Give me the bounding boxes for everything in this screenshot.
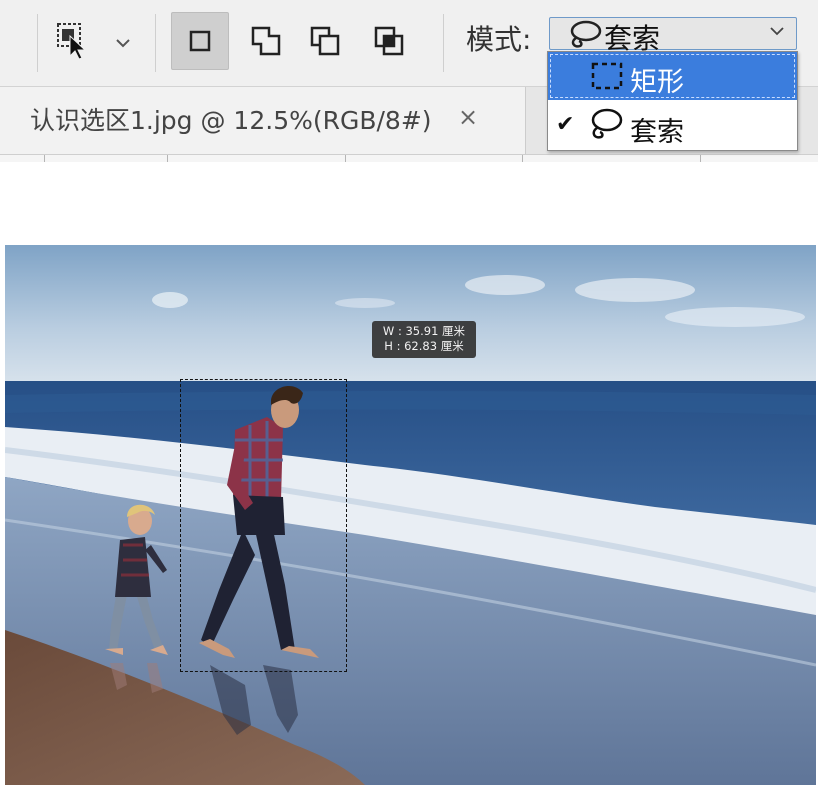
- intersect-selection-button[interactable]: [360, 12, 418, 70]
- tool-preset-picker[interactable]: [52, 20, 142, 64]
- options-divider: [37, 14, 38, 72]
- cloud: [575, 278, 695, 302]
- cloud: [665, 307, 805, 327]
- options-divider: [155, 14, 156, 72]
- mode-option-lasso[interactable]: ✔ 套索: [548, 102, 797, 150]
- mode-dropdown-menu: 矩形 ✔ 套索: [547, 51, 798, 151]
- document-tab[interactable]: 认识选区1.jpg @ 12.5%(RGB/8#) ×: [0, 87, 526, 155]
- selection-width-readout: W : 35.91 厘米: [382, 324, 466, 338]
- subtract-from-selection-button[interactable]: [296, 12, 354, 70]
- photoshop-ui-crop: 模式: 套索 矩形 ✔ 套索 认识选区1.jpg @ 12.5%(RGB/8#)…: [0, 0, 818, 162]
- options-bar: 模式: 套索 矩形 ✔ 套索: [0, 0, 818, 151]
- ruler-tick: [167, 155, 168, 162]
- selection-marquee[interactable]: [180, 379, 347, 672]
- chevron-down-icon: [116, 39, 130, 48]
- options-divider: [443, 14, 444, 72]
- new-selection-icon: [189, 30, 211, 52]
- mode-option-label: 套索: [630, 117, 684, 148]
- subtract-from-selection-icon: [310, 26, 340, 56]
- lasso-icon: [570, 20, 602, 48]
- mode-option-rectangle[interactable]: 矩形: [548, 52, 797, 100]
- lasso-icon: [591, 108, 623, 139]
- mode-select[interactable]: 套索: [549, 17, 797, 55]
- intersect-selection-icon: [374, 26, 404, 56]
- mode-option-label: 矩形: [630, 67, 684, 98]
- add-to-selection-button[interactable]: [237, 12, 295, 70]
- mode-label: 模式:: [466, 23, 532, 56]
- cloud: [152, 292, 188, 308]
- selection-height-readout: H : 62.83 厘米: [384, 339, 464, 353]
- ruler-tick: [522, 155, 523, 162]
- document-tab-title: 认识选区1.jpg @ 12.5%(RGB/8#): [30, 106, 432, 135]
- ruler-tick: [345, 155, 346, 162]
- document-canvas-photo[interactable]: W : 35.91 厘米 H : 62.83 厘米: [5, 245, 816, 785]
- new-selection-button[interactable]: [171, 12, 229, 70]
- add-to-selection-icon: [251, 26, 281, 56]
- ruler: [0, 154, 818, 162]
- selection-size-tooltip: W : 35.91 厘米 H : 62.83 厘米: [372, 321, 476, 358]
- close-icon[interactable]: ×: [458, 103, 478, 131]
- cloud: [335, 298, 395, 308]
- chevron-down-icon: [770, 27, 784, 36]
- selection-tool-icon: [57, 23, 87, 60]
- cloud: [465, 275, 545, 295]
- checkmark-icon: ✔: [556, 112, 575, 137]
- ruler-tick: [700, 155, 701, 162]
- ruler-tick: [44, 155, 45, 162]
- rect-marquee-icon: [591, 62, 623, 90]
